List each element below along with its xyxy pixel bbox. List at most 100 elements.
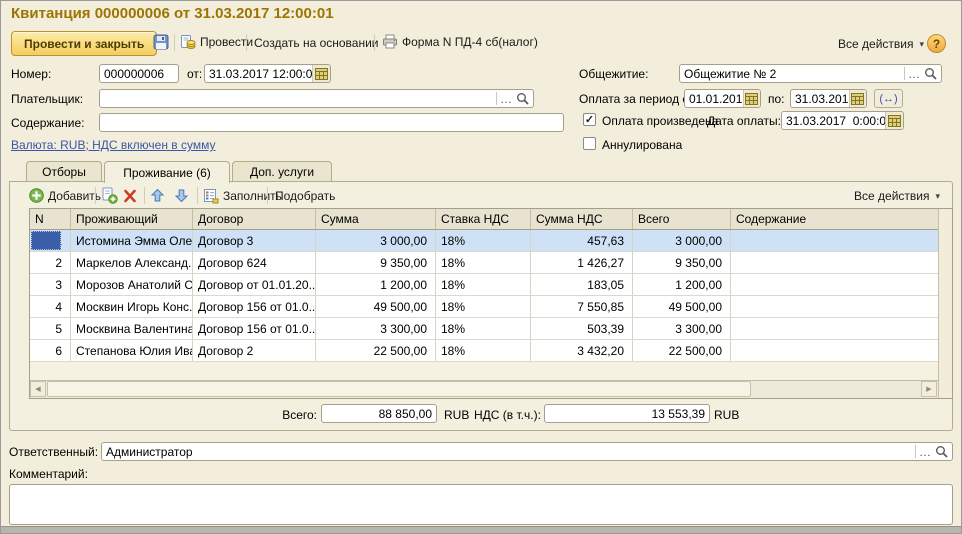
- residents-table: N Проживающий Договор Сумма Ставка НДС С…: [29, 208, 953, 399]
- content-label: Содержание:: [11, 116, 84, 130]
- magnifier-icon[interactable]: [935, 445, 948, 458]
- cell-vat-sum: 503,39: [531, 318, 633, 339]
- form-pd4-button[interactable]: Форма N ПД-4 сб(налог): [382, 34, 538, 49]
- cell-total: 49 500,00: [633, 296, 731, 317]
- delete-row-button[interactable]: [123, 189, 137, 206]
- responsible-value: Администратор: [106, 445, 193, 459]
- number-value: 000000006: [104, 67, 164, 81]
- cell-resident: Морозов Анатолий С...: [71, 274, 193, 295]
- scroll-right-icon: ▶: [926, 385, 931, 393]
- col-header-total[interactable]: Всего: [633, 209, 731, 229]
- create-based-on-button[interactable]: Создать на основании ▾: [254, 36, 389, 50]
- move-down-button[interactable]: [174, 188, 189, 206]
- magnifier-icon[interactable]: [516, 92, 529, 105]
- cell-contract: Договор 624: [193, 252, 316, 273]
- cell-contract: Договор 156 от 01.0...: [193, 318, 316, 339]
- col-header-n[interactable]: N: [30, 209, 71, 229]
- checkmark-icon: ✓: [585, 113, 594, 126]
- table-row[interactable]: 4 Москвин Игорь Конс... Договор 156 от 0…: [30, 296, 938, 318]
- toolbar-separator: [95, 187, 96, 204]
- toolbar-separator: [246, 34, 247, 51]
- period-from-field[interactable]: 01.01.2017: [684, 89, 761, 108]
- table-row[interactable]: 1 Истомина Эмма Оле... Договор 3 3 000,0…: [30, 230, 938, 252]
- copy-row-button[interactable]: [101, 187, 118, 207]
- period-to-label: по:: [768, 92, 785, 106]
- cell-content: [731, 296, 938, 317]
- period-label: Оплата за период с:: [579, 92, 692, 106]
- scrollbar-thumb[interactable]: [47, 381, 751, 397]
- number-label: Номер:: [11, 67, 51, 81]
- tab-extra-services[interactable]: Доп. услуги: [232, 161, 332, 181]
- period-range-button[interactable]: (↔): [874, 89, 903, 108]
- cell-resident: Истомина Эмма Оле...: [71, 230, 193, 251]
- page-title: Квитанция 000000006 от 31.03.2017 12:00:…: [11, 5, 334, 22]
- calendar-button[interactable]: [743, 90, 760, 107]
- period-from-value: 01.01.2017: [689, 92, 743, 106]
- vat-total-field: 13 553,39: [544, 404, 710, 423]
- dormitory-field[interactable]: Общежитие № 2 …: [679, 64, 942, 83]
- paid-label: Оплата произведена: [602, 114, 718, 128]
- content-field[interactable]: [99, 113, 564, 132]
- all-actions-table-button[interactable]: Все действия ▾: [854, 189, 940, 203]
- table-row[interactable]: 2 Маркелов Александ... Договор 624 9 350…: [30, 252, 938, 274]
- date-field[interactable]: 31.03.2017 12:00:01: [204, 64, 331, 83]
- col-header-sum[interactable]: Сумма: [316, 209, 436, 229]
- choose-button[interactable]: …: [500, 95, 513, 103]
- save-button[interactable]: [153, 34, 169, 50]
- help-button[interactable]: ?: [927, 34, 946, 53]
- calendar-icon: [888, 115, 901, 127]
- table-empty-area: [30, 362, 938, 380]
- paid-checkbox[interactable]: ✓: [583, 113, 596, 126]
- choose-button[interactable]: …: [919, 448, 932, 456]
- comment-textarea[interactable]: [9, 484, 953, 525]
- scroll-right-button[interactable]: ▶: [921, 381, 937, 397]
- tab-filters[interactable]: Отборы: [26, 161, 102, 181]
- table-row[interactable]: 5 Москвина Валентина... Договор 156 от 0…: [30, 318, 938, 340]
- col-header-vat-rate[interactable]: Ставка НДС: [436, 209, 531, 229]
- fill-button[interactable]: Заполнить: [203, 188, 282, 204]
- col-header-content[interactable]: Содержание: [731, 209, 938, 229]
- horizontal-scrollbar[interactable]: ◀ ▶: [30, 380, 938, 398]
- cell-vat-rate: 18%: [436, 252, 531, 273]
- col-header-contract[interactable]: Договор: [193, 209, 316, 229]
- chevron-down-icon: ▾: [919, 39, 924, 50]
- add-icon: [29, 188, 44, 203]
- post-and-close-button[interactable]: Провести и закрыть: [11, 31, 157, 56]
- responsible-field[interactable]: Администратор …: [101, 442, 953, 461]
- cell-content: [731, 318, 938, 339]
- currency-link[interactable]: Валюта: RUB; НДС включен в сумму: [11, 138, 216, 152]
- cell-total: 22 500,00: [633, 340, 731, 361]
- payment-date-field[interactable]: 31.03.2017 0:00:00: [781, 111, 904, 130]
- calendar-button[interactable]: [312, 65, 330, 82]
- col-header-resident[interactable]: Проживающий: [71, 209, 193, 229]
- number-field[interactable]: 000000006: [99, 64, 179, 83]
- col-header-vat-sum[interactable]: Сумма НДС: [531, 209, 633, 229]
- add-row-button[interactable]: Добавить: [29, 188, 101, 203]
- fill-label: Заполнить: [223, 189, 282, 203]
- calendar-icon: [315, 68, 328, 80]
- table-row[interactable]: 6 Степанова Юлия Ива... Договор 2 22 500…: [30, 340, 938, 362]
- dormitory-label: Общежитие:: [579, 67, 648, 81]
- scroll-left-button[interactable]: ◀: [30, 381, 46, 397]
- toolbar-separator: [197, 187, 198, 204]
- all-actions-top-button[interactable]: Все действия ▾: [838, 37, 924, 51]
- receipt-window: Квитанция 000000006 от 31.03.2017 12:00:…: [0, 0, 962, 534]
- move-up-button[interactable]: [150, 188, 165, 206]
- tab-residence[interactable]: Проживание (6): [104, 161, 230, 183]
- calendar-button[interactable]: [885, 112, 903, 129]
- period-to-field[interactable]: 31.03.2017: [790, 89, 867, 108]
- vertical-scrollbar[interactable]: [938, 209, 952, 398]
- pick-button[interactable]: Подобрать: [275, 189, 335, 203]
- cell-total: 3 000,00: [633, 230, 731, 251]
- calendar-button[interactable]: [849, 90, 866, 107]
- post-button[interactable]: Провести: [180, 34, 253, 50]
- table-row[interactable]: 3 Морозов Анатолий С... Договор от 01.01…: [30, 274, 938, 296]
- toolbar-separator: [374, 34, 375, 51]
- magnifier-icon[interactable]: [924, 67, 937, 80]
- annulled-label: Аннулирована: [602, 138, 682, 152]
- annulled-checkbox[interactable]: [583, 137, 596, 150]
- calendar-icon: [851, 93, 864, 105]
- payer-field[interactable]: …: [99, 89, 534, 108]
- choose-button[interactable]: …: [908, 70, 921, 78]
- payment-date-label: Дата оплаты:: [707, 114, 781, 128]
